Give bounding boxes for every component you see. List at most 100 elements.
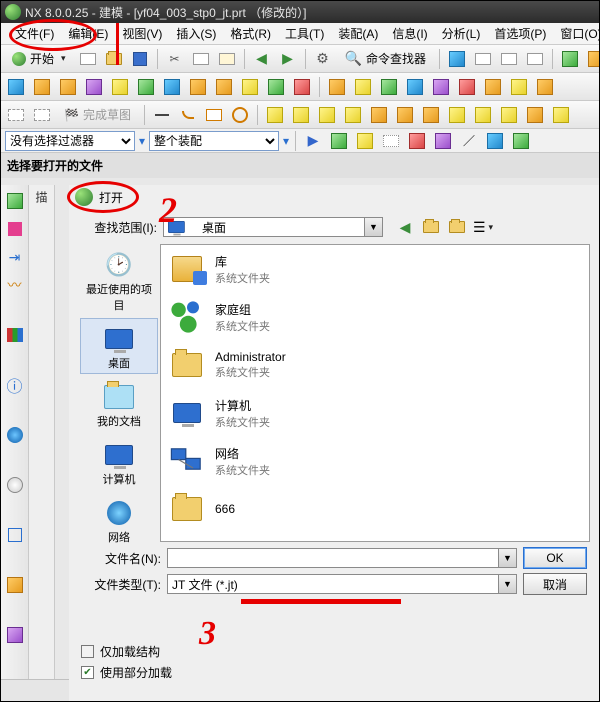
feat-btn[interactable] xyxy=(187,76,209,98)
sk-btn[interactable] xyxy=(229,104,251,126)
menu-format[interactable]: 格式(R) xyxy=(224,23,277,44)
feat-btn[interactable] xyxy=(31,76,53,98)
feat-btn[interactable] xyxy=(213,76,235,98)
sel-btn[interactable] xyxy=(354,130,376,152)
feat-btn[interactable] xyxy=(5,76,27,98)
sel-btn[interactable] xyxy=(380,130,402,152)
rb-navigator[interactable] xyxy=(5,191,25,211)
list-item[interactable]: Administrator 系统文件夹 xyxy=(161,341,589,389)
filetype-combo[interactable]: JT 文件 (*.jt) ▼ xyxy=(167,574,517,594)
feat-btn[interactable] xyxy=(430,76,452,98)
sketch-btn[interactable] xyxy=(5,104,27,126)
view-mode-button[interactable]: ☰ xyxy=(473,217,493,237)
finish-sketch-button[interactable]: 🏁 完成草图 xyxy=(57,104,138,126)
sk-btn[interactable] xyxy=(151,104,173,126)
sel-btn[interactable] xyxy=(510,130,532,152)
rb-module[interactable] xyxy=(5,525,25,545)
rb-wave[interactable]: 〰 xyxy=(5,275,25,295)
menu-preferences[interactable]: 首选项(P) xyxy=(488,23,552,44)
place-documents[interactable]: 我的文档 xyxy=(80,376,158,432)
view-btn-5[interactable] xyxy=(559,48,581,70)
up-button[interactable] xyxy=(421,217,441,237)
menu-analysis[interactable]: 分析(L) xyxy=(436,23,487,44)
scope-chevron-icon[interactable]: ▾ xyxy=(283,134,289,148)
rb-constraint[interactable]: ⇥ xyxy=(5,247,25,267)
place-desktop[interactable]: 桌面 xyxy=(80,318,158,374)
view-btn-3[interactable] xyxy=(498,48,520,70)
sk-btn[interactable] xyxy=(472,104,494,126)
new-button[interactable] xyxy=(77,48,99,70)
sk-btn[interactable] xyxy=(290,104,312,126)
filter-chevron-icon[interactable]: ▾ xyxy=(139,134,145,148)
sk-btn[interactable] xyxy=(446,104,468,126)
list-item[interactable]: 计算机 系统文件夹 xyxy=(161,389,589,437)
sk-btn[interactable] xyxy=(316,104,338,126)
sel-btn[interactable] xyxy=(406,130,428,152)
feat-btn[interactable] xyxy=(57,76,79,98)
sk-btn[interactable] xyxy=(264,104,286,126)
sel-btn[interactable] xyxy=(302,130,324,152)
undo-button[interactable] xyxy=(251,48,273,70)
filename-combo[interactable]: ▼ xyxy=(167,548,517,568)
feat-btn[interactable] xyxy=(534,76,556,98)
sel-btn[interactable] xyxy=(328,130,350,152)
list-item[interactable]: 库 系统文件夹 xyxy=(161,245,589,293)
selection-filter-combo[interactable]: 没有选择过滤器 xyxy=(5,131,135,151)
menu-insert[interactable]: 插入(S) xyxy=(170,23,222,44)
feat-btn[interactable] xyxy=(239,76,261,98)
feat-btn[interactable] xyxy=(404,76,426,98)
feat-btn[interactable] xyxy=(265,76,287,98)
sk-btn[interactable] xyxy=(342,104,364,126)
sk-btn[interactable] xyxy=(550,104,572,126)
feat-btn[interactable] xyxy=(482,76,504,98)
sel-btn[interactable] xyxy=(432,130,454,152)
sk-btn[interactable] xyxy=(368,104,390,126)
rb-browser[interactable] xyxy=(5,425,25,445)
copy-button[interactable] xyxy=(190,48,212,70)
menu-assemblies[interactable]: 装配(A) xyxy=(332,23,384,44)
file-list[interactable]: 库 系统文件夹 家庭组 系统文件夹 Administ xyxy=(160,244,590,542)
lookin-combo[interactable]: 桌面 ▼ xyxy=(163,217,383,237)
panel-tab-label[interactable]: 描 xyxy=(29,185,54,209)
feat-btn[interactable] xyxy=(326,76,348,98)
sketch-btn[interactable] xyxy=(31,104,53,126)
rb-tools[interactable] xyxy=(5,575,25,595)
feat-btn[interactable] xyxy=(83,76,105,98)
cancel-button[interactable]: 取消 xyxy=(523,573,587,595)
open-button[interactable] xyxy=(103,48,125,70)
feat-btn[interactable] xyxy=(456,76,478,98)
feat-btn[interactable] xyxy=(352,76,374,98)
ok-button[interactable]: OK xyxy=(523,547,587,569)
view-btn-2[interactable] xyxy=(472,48,494,70)
sk-btn[interactable] xyxy=(524,104,546,126)
rb-reuse[interactable] xyxy=(5,325,25,345)
rb-teamcenter[interactable]: ⓘ xyxy=(5,375,25,395)
sk-btn[interactable] xyxy=(203,104,225,126)
paste-button[interactable] xyxy=(216,48,238,70)
sk-btn[interactable] xyxy=(177,104,199,126)
sk-btn[interactable] xyxy=(394,104,416,126)
menu-window[interactable]: 窗口(O) xyxy=(554,23,600,44)
list-item[interactable]: 666 xyxy=(161,485,589,533)
feat-btn[interactable] xyxy=(291,76,313,98)
rb-assembly-navigator[interactable] xyxy=(5,219,25,239)
place-computer[interactable]: 计算机 xyxy=(80,434,158,490)
redo-button[interactable] xyxy=(277,48,299,70)
menu-edit[interactable]: 编辑(E) xyxy=(62,23,114,44)
sel-btn[interactable] xyxy=(484,130,506,152)
partial-load-checkbox[interactable] xyxy=(81,666,94,679)
list-item[interactable]: 家庭组 系统文件夹 xyxy=(161,293,589,341)
sk-btn[interactable] xyxy=(420,104,442,126)
sk-btn[interactable] xyxy=(498,104,520,126)
menu-information[interactable]: 信息(I) xyxy=(386,23,433,44)
start-dropdown[interactable]: 开始 xyxy=(5,48,73,70)
view-btn-1[interactable] xyxy=(446,48,468,70)
back-button[interactable] xyxy=(395,217,415,237)
command-finder[interactable]: 🔍 命令查找器 xyxy=(338,48,433,70)
feat-btn[interactable] xyxy=(161,76,183,98)
menu-file[interactable]: 文件(F) xyxy=(9,23,60,44)
feat-btn[interactable] xyxy=(378,76,400,98)
rb-history[interactable] xyxy=(5,475,25,495)
view-btn-6[interactable] xyxy=(585,48,599,70)
list-item[interactable]: 网络 系统文件夹 xyxy=(161,437,589,485)
